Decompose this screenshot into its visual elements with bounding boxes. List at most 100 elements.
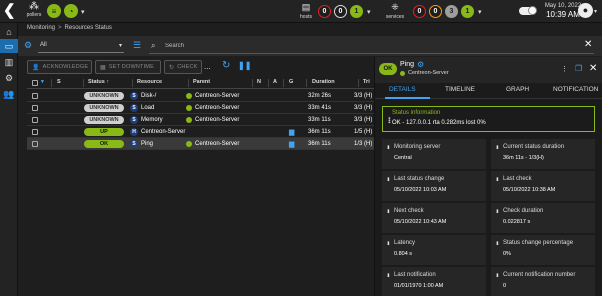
col-status[interactable]: Status ↑ bbox=[88, 79, 109, 85]
row-checkbox[interactable] bbox=[32, 93, 38, 99]
drag-handle-icon[interactable]: ••• bbox=[384, 273, 390, 276]
status-information-card: ••• Status information OK - 127.0.0.1 rt… bbox=[382, 106, 595, 132]
parent-name[interactable]: Centreon-Server bbox=[195, 105, 239, 111]
filter-select[interactable]: All ▾ bbox=[38, 39, 124, 53]
parent-name[interactable]: Centreon-Server bbox=[195, 117, 239, 123]
services-critical-count[interactable]: 0 bbox=[413, 5, 426, 18]
tries: 3/3 (H) bbox=[354, 105, 373, 111]
resource-name[interactable]: Ping bbox=[141, 141, 153, 147]
col-parent[interactable]: Parent bbox=[193, 79, 210, 85]
tab-details[interactable]: DETAILS bbox=[389, 86, 416, 93]
tries: 1/3 (H) bbox=[354, 141, 373, 147]
theme-toggle[interactable] bbox=[519, 6, 537, 15]
drag-handle-icon[interactable]: ••• bbox=[493, 145, 499, 148]
user-avatar-icon[interactable]: ● bbox=[578, 3, 593, 18]
user-chevron-down-icon[interactable]: ▾ bbox=[594, 8, 597, 15]
table-row[interactable]: UNKNOWN S Memory Centreon-Server 33m 11s… bbox=[27, 114, 382, 126]
table-row[interactable]: UP H Centreon-Server ▆ 36m 11s 1/5 (H) bbox=[27, 126, 382, 138]
hosts-down-count[interactable]: 0 bbox=[318, 5, 331, 18]
tab-notification[interactable]: NOTIFICATION bbox=[553, 86, 598, 93]
nav-monitoring-icon[interactable]: ▭ bbox=[0, 39, 18, 53]
nav-configuration-icon[interactable]: ⚙ bbox=[0, 71, 18, 85]
table-row[interactable]: UNKNOWN S Disk-/ Centreon-Server 32m 26s… bbox=[27, 90, 382, 102]
drag-handle-icon[interactable]: ••• bbox=[385, 117, 391, 123]
hosts-unreachable-count[interactable]: 0 bbox=[334, 5, 347, 18]
detail-card-last-check: ••• Last check 05/10/2022 10:38 AM bbox=[491, 171, 595, 201]
nav-home-icon[interactable]: ⌂ bbox=[0, 25, 18, 39]
search-box[interactable]: ⌕ bbox=[149, 38, 594, 54]
filter-settings-icon[interactable]: ⚙ bbox=[24, 40, 32, 51]
services-unknown-count[interactable]: 3 bbox=[445, 5, 458, 18]
drag-handle-icon[interactable]: ••• bbox=[493, 273, 499, 276]
search-input[interactable] bbox=[165, 40, 565, 52]
drag-handle-icon[interactable]: ••• bbox=[384, 209, 390, 212]
tries: 3/3 (H) bbox=[354, 117, 373, 123]
parent-status-dot bbox=[186, 117, 192, 123]
centreon-logo-icon[interactable]: ❮ bbox=[3, 3, 19, 19]
services-chevron-down-icon[interactable]: ▾ bbox=[478, 8, 482, 16]
panel-more-icon[interactable]: ⋮ bbox=[561, 65, 568, 73]
col-severity[interactable]: S bbox=[57, 79, 61, 85]
filter-options-icon[interactable]: ☰ bbox=[133, 40, 141, 51]
resource-name[interactable]: Load bbox=[141, 105, 154, 111]
column-divider bbox=[358, 79, 359, 87]
drag-handle-icon[interactable]: ••• bbox=[384, 145, 390, 148]
drag-handle-icon[interactable]: ••• bbox=[493, 241, 499, 244]
graph-icon[interactable]: ▆ bbox=[289, 128, 294, 136]
drag-handle-icon[interactable]: ••• bbox=[493, 209, 499, 212]
database-status-icon[interactable]: ≡ bbox=[47, 4, 61, 18]
col-resource[interactable]: Resource bbox=[137, 79, 162, 85]
hosts-chevron-down-icon[interactable]: ▾ bbox=[367, 8, 371, 16]
set-downtime-label: SET DOWNTIME bbox=[108, 64, 154, 70]
tab-timeline[interactable]: TIMELINE bbox=[445, 86, 475, 93]
drag-handle-icon[interactable]: ••• bbox=[493, 177, 499, 180]
resource-name[interactable]: Centreon-Server bbox=[141, 129, 185, 135]
drag-handle-icon[interactable]: ••• bbox=[384, 241, 390, 244]
check-button[interactable]: ↻ CHECK bbox=[164, 60, 202, 74]
refresh-icon[interactable]: ↻ bbox=[222, 60, 230, 71]
nav-administration-icon[interactable]: 👥 bbox=[0, 87, 18, 101]
panel-settings-icon[interactable]: ⚙ bbox=[417, 60, 424, 69]
services-warning-count[interactable]: 0 bbox=[429, 5, 442, 18]
clear-filter-close-icon[interactable]: ✕ bbox=[584, 39, 592, 50]
pollers-chevron-down-icon[interactable]: ▾ bbox=[81, 8, 85, 16]
nav-reporting-icon[interactable]: ▥ bbox=[0, 55, 18, 69]
row-checkbox[interactable] bbox=[32, 105, 38, 111]
more-actions-button[interactable]: ... bbox=[204, 62, 211, 71]
graph-icon[interactable]: ▆ bbox=[289, 140, 294, 148]
parent-name[interactable]: Centreon-Server bbox=[195, 141, 239, 147]
status-info-title: Status information bbox=[392, 110, 441, 116]
table-row[interactable]: OK S Ping Centreon-Server ▆ 36m 11s 1/3 … bbox=[27, 138, 382, 150]
row-checkbox[interactable] bbox=[32, 117, 38, 123]
column-divider bbox=[252, 79, 253, 87]
col-duration[interactable]: Duration bbox=[312, 79, 335, 85]
panel-host-name[interactable]: Centreon-Server bbox=[408, 70, 449, 76]
panel-tabs: DETAILS TIMELINE GRAPH NOTIFICATION bbox=[375, 83, 602, 99]
table-row[interactable]: UNKNOWN S Load Centreon-Server 33m 41s 3… bbox=[27, 102, 382, 114]
hosts-up-count[interactable]: 1 bbox=[350, 5, 363, 18]
parent-name[interactable]: Centreon-Server bbox=[195, 93, 239, 99]
col-action[interactable]: A bbox=[273, 79, 277, 85]
header-expand-icon[interactable]: ▾ bbox=[41, 79, 44, 85]
set-downtime-button[interactable]: ▦ SET DOWNTIME bbox=[95, 60, 161, 74]
panel-close-icon[interactable]: ✕ bbox=[589, 63, 597, 74]
resource-name[interactable]: Disk-/ bbox=[141, 93, 156, 99]
col-graph[interactable]: G bbox=[289, 79, 293, 85]
tab-graph[interactable]: GRAPH bbox=[506, 86, 529, 93]
status-badge: UP bbox=[84, 128, 124, 136]
acknowledge-button[interactable]: 👤 ACKNOWLEDGE bbox=[27, 60, 92, 74]
breadcrumb-root[interactable]: Monitoring bbox=[27, 25, 55, 31]
col-tries[interactable]: Tri bbox=[363, 79, 370, 85]
row-checkbox[interactable] bbox=[32, 141, 38, 147]
select-all-checkbox[interactable] bbox=[32, 80, 38, 86]
poller-latency-icon[interactable]: ◔ bbox=[64, 4, 78, 18]
row-checkbox[interactable] bbox=[32, 129, 38, 135]
copy-link-icon[interactable]: ❐ bbox=[575, 64, 582, 73]
drag-handle-icon[interactable]: ••• bbox=[384, 177, 390, 180]
pause-icon[interactable]: ❚❚ bbox=[238, 61, 251, 70]
pollers-indicator[interactable]: ⁂ pollers bbox=[24, 1, 44, 18]
col-notes[interactable]: N bbox=[257, 79, 261, 85]
resource-name[interactable]: Memory bbox=[141, 117, 163, 123]
services-ok-count[interactable]: 1 bbox=[461, 5, 474, 18]
breadcrumb-page[interactable]: Resources Status bbox=[65, 25, 112, 31]
